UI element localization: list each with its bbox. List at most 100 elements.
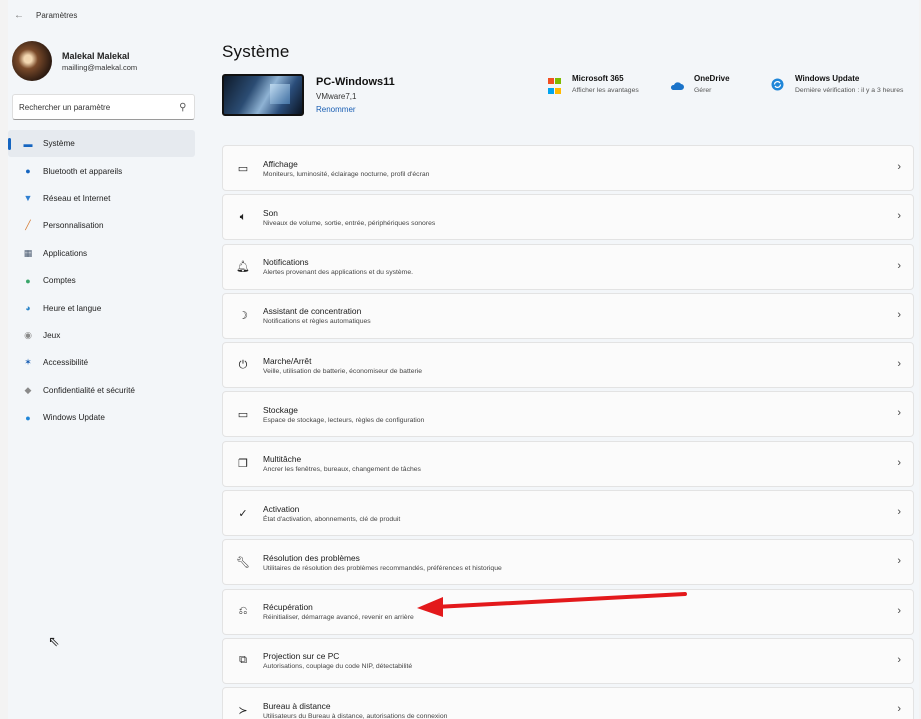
pc-model: VMware7,1 <box>316 92 357 101</box>
card-subtitle: Autorisations, couplage du code NIP, dét… <box>263 663 413 671</box>
chevron-right-icon: › <box>897 653 901 666</box>
back-arrow-icon[interactable]: ← <box>14 10 24 21</box>
card-title: Assistant de concentration <box>263 306 362 317</box>
chevron-right-icon: › <box>897 604 901 617</box>
recovery-icon: ⎌ <box>238 605 248 618</box>
sidebar-item-shield[interactable]: ◆ Confidentialité et sécurité <box>8 377 195 404</box>
card-subtitle: Réinitialiser, démarrage avancé, revenir… <box>263 614 414 622</box>
sidebar-item-clock-globe[interactable]: ◕ Heure et langue <box>8 294 195 321</box>
sidebar-item-label: Personnalisation <box>43 221 104 231</box>
card-subtitle: Moniteurs, luminosité, éclairage nocturn… <box>263 170 430 178</box>
settings-card[interactable]: ✓ Activation État d'activation, abonnement… <box>222 490 914 537</box>
account-icon: ● <box>25 275 31 286</box>
windows-update-title: Windows Update <box>795 74 860 83</box>
sidebar-item-label: Réseau et Internet <box>43 193 111 203</box>
chevron-right-icon: › <box>897 308 901 321</box>
update-icon: ● <box>25 412 31 423</box>
onedrive-tile[interactable]: OneDrive Gérer <box>670 74 730 96</box>
chevron-right-icon: › <box>897 703 901 716</box>
avatar[interactable] <box>12 41 52 81</box>
card-subtitle: Veille, utilisation de batterie, économi… <box>263 367 423 375</box>
microsoft365-tile[interactable]: Microsoft 365 Afficher les avantages <box>548 74 639 96</box>
sidebar-item-system[interactable]: ▬ Système <box>8 130 195 158</box>
onedrive-title: OneDrive <box>694 74 730 83</box>
windows-update-subtitle: Dernière vérification : il y a 3 heures <box>795 87 904 94</box>
sidebar-item-gamepad[interactable]: ◉ Jeux <box>8 322 195 349</box>
user-name: Malekal Malekal <box>62 50 130 61</box>
clock-globe-icon: ◕ <box>25 303 31 314</box>
window-title: Paramètres <box>36 10 78 20</box>
chevron-right-icon: › <box>897 407 901 420</box>
settings-card[interactable]: ≻ Bureau à distance Utilisateurs du Bureau… <box>222 687 914 719</box>
sidebar-item-label: Bluetooth et appareils <box>43 166 123 176</box>
sidebar-item-label: Comptes <box>43 276 76 286</box>
remote-desktop-icon: ≻ <box>238 704 248 717</box>
sidebar-item-accessibility[interactable]: ✶ Accessibilité <box>8 349 195 376</box>
sidebar-item-label: Heure et langue <box>43 303 102 313</box>
settings-card[interactable]: ❐ Multitâche Ancrer les fenêtres, bureaux,… <box>222 440 914 487</box>
settings-card[interactable]: ▭ Affichage Moniteurs, luminosité, éclaira… <box>222 145 914 191</box>
sidebar-nav: ▬ Système ● Bluetooth et appareils ▼ Réseau e… <box>8 130 203 431</box>
sidebar-item-label: Applications <box>43 248 88 258</box>
system-header: PC-Windows11 VMware7,1 Renommer Microsof… <box>222 74 919 140</box>
settings-card[interactable]: ⎌ Récupération Réinitialiser, démarrage av… <box>222 588 914 635</box>
storage-icon: ▭ <box>237 408 249 421</box>
projection-icon: ⧉ <box>239 654 247 667</box>
settings-card[interactable]: 🔈︎ Son Niveaux de volume, sortie, entrée, … <box>222 194 914 241</box>
brush-icon: ╱ <box>25 220 31 231</box>
card-subtitle: Alertes provenant des applications et du… <box>263 269 413 277</box>
card-title: Son <box>263 207 278 218</box>
card-title: Stockage <box>263 404 298 415</box>
settings-card[interactable]: ▭ Stockage Espace de stockage, lecteurs, r… <box>222 391 914 438</box>
card-title: Multitâche <box>263 454 302 465</box>
sidebar-item-brush[interactable]: ╱ Personnalisation <box>8 212 195 239</box>
network-icon: ▼ <box>23 193 33 204</box>
shield-icon: ◆ <box>24 384 32 395</box>
mouse-cursor-icon: ⇖ <box>48 633 60 649</box>
card-title: Activation <box>263 503 300 514</box>
settings-card[interactable]: ☽ Assistant de concentration Notifications… <box>222 292 914 339</box>
apps-icon: ▦ <box>23 247 33 258</box>
chevron-right-icon: › <box>897 358 901 371</box>
multitask-icon: ❐ <box>238 458 248 471</box>
bluetooth-icon: ● <box>25 166 31 177</box>
sidebar-item-apps[interactable]: ▦ Applications <box>8 240 195 267</box>
sidebar: Malekal Malekal mailling@malekal.com ⚲ ▬… <box>8 30 203 719</box>
search-icon[interactable]: ⚲ <box>179 102 186 113</box>
card-subtitle: Notifications et règles automatiques <box>263 318 371 326</box>
search-box[interactable]: ⚲ <box>12 94 195 120</box>
user-profile[interactable]: Malekal Malekal mailling@malekal.com <box>8 30 203 86</box>
card-title: Marche/Arrêt <box>263 355 312 366</box>
moon-icon: ☽ <box>238 310 248 323</box>
accessibility-icon: ✶ <box>24 357 32 368</box>
cloud-icon <box>670 78 684 96</box>
system-icon: ▬ <box>23 138 33 149</box>
update-icon <box>771 78 785 96</box>
chevron-right-icon: › <box>897 259 901 272</box>
settings-card[interactable]: 🔔︎ Notifications Alertes provenant des app… <box>222 243 914 290</box>
bell-icon: 🔔︎ <box>236 261 250 274</box>
card-title: Projection sur ce PC <box>263 651 340 662</box>
chevron-right-icon: › <box>897 456 901 469</box>
settings-window: ← Paramètres Malekal Malekal mailling@ma… <box>8 0 919 719</box>
windows-update-tile[interactable]: Windows Update Dernière vérification : i… <box>771 74 910 96</box>
chevron-right-icon: › <box>897 161 901 173</box>
wrench-icon: 🔧︎ <box>236 556 250 569</box>
sidebar-item-label: Windows Update <box>43 413 105 423</box>
sidebar-item-account[interactable]: ● Comptes <box>8 267 195 294</box>
rename-link[interactable]: Renommer <box>316 105 356 114</box>
chevron-right-icon: › <box>897 210 901 223</box>
settings-card[interactable]: 🔧︎ Résolution des problèmes Utilitaires de… <box>222 539 914 586</box>
sidebar-item-update[interactable]: ● Windows Update <box>8 404 195 431</box>
settings-card[interactable]: ⧉ Projection sur ce PC Autorisations, coup… <box>222 637 914 684</box>
settings-card[interactable]: ⏻ Marche/Arrêt Veille, utilisation de batt… <box>222 342 914 389</box>
sidebar-item-bluetooth[interactable]: ● Bluetooth et appareils <box>8 157 195 184</box>
ms365-title: Microsoft 365 <box>572 74 624 83</box>
page-title: Système <box>222 42 290 61</box>
monitor-icon: ▭ <box>237 162 249 175</box>
chevron-right-icon: › <box>897 506 901 519</box>
sidebar-item-network[interactable]: ▼ Réseau et Internet <box>8 185 195 212</box>
card-subtitle: État d'activation, abonnements, clé de p… <box>263 515 401 523</box>
power-icon: ⏻ <box>238 358 248 371</box>
search-input[interactable] <box>19 102 169 112</box>
